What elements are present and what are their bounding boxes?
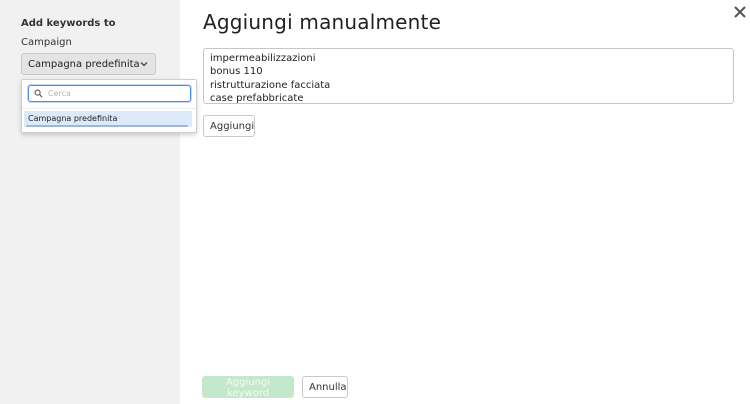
campaign-dropdown: Campagna predefinita <box>21 79 197 133</box>
sidebar-title: Add keywords to <box>21 18 116 29</box>
chevron-down-icon <box>140 62 148 67</box>
close-icon[interactable] <box>733 5 747 19</box>
campaign-select[interactable]: Campagna predefinita <box>21 53 156 75</box>
dropdown-search <box>28 85 191 102</box>
search-icon <box>34 89 43 98</box>
page-title: Aggiungi manualmente <box>203 10 442 34</box>
dropdown-divider <box>22 108 196 109</box>
add-keywords-button[interactable]: Aggiungi keyword <box>202 376 294 399</box>
campaign-label: Campaign <box>21 37 72 48</box>
dropdown-search-input[interactable] <box>48 87 186 100</box>
campaign-select-value: Campagna predefinita <box>28 58 140 70</box>
cancel-button[interactable]: Annulla <box>302 376 348 398</box>
sidebar: Add keywords to Campaign Campagna predef… <box>0 0 180 404</box>
dropdown-scrollbar[interactable] <box>26 125 188 127</box>
add-button[interactable]: Aggiungi <box>203 115 255 137</box>
keywords-textarea[interactable]: impermeabilizzazioni bonus 110 ristruttu… <box>203 48 734 104</box>
